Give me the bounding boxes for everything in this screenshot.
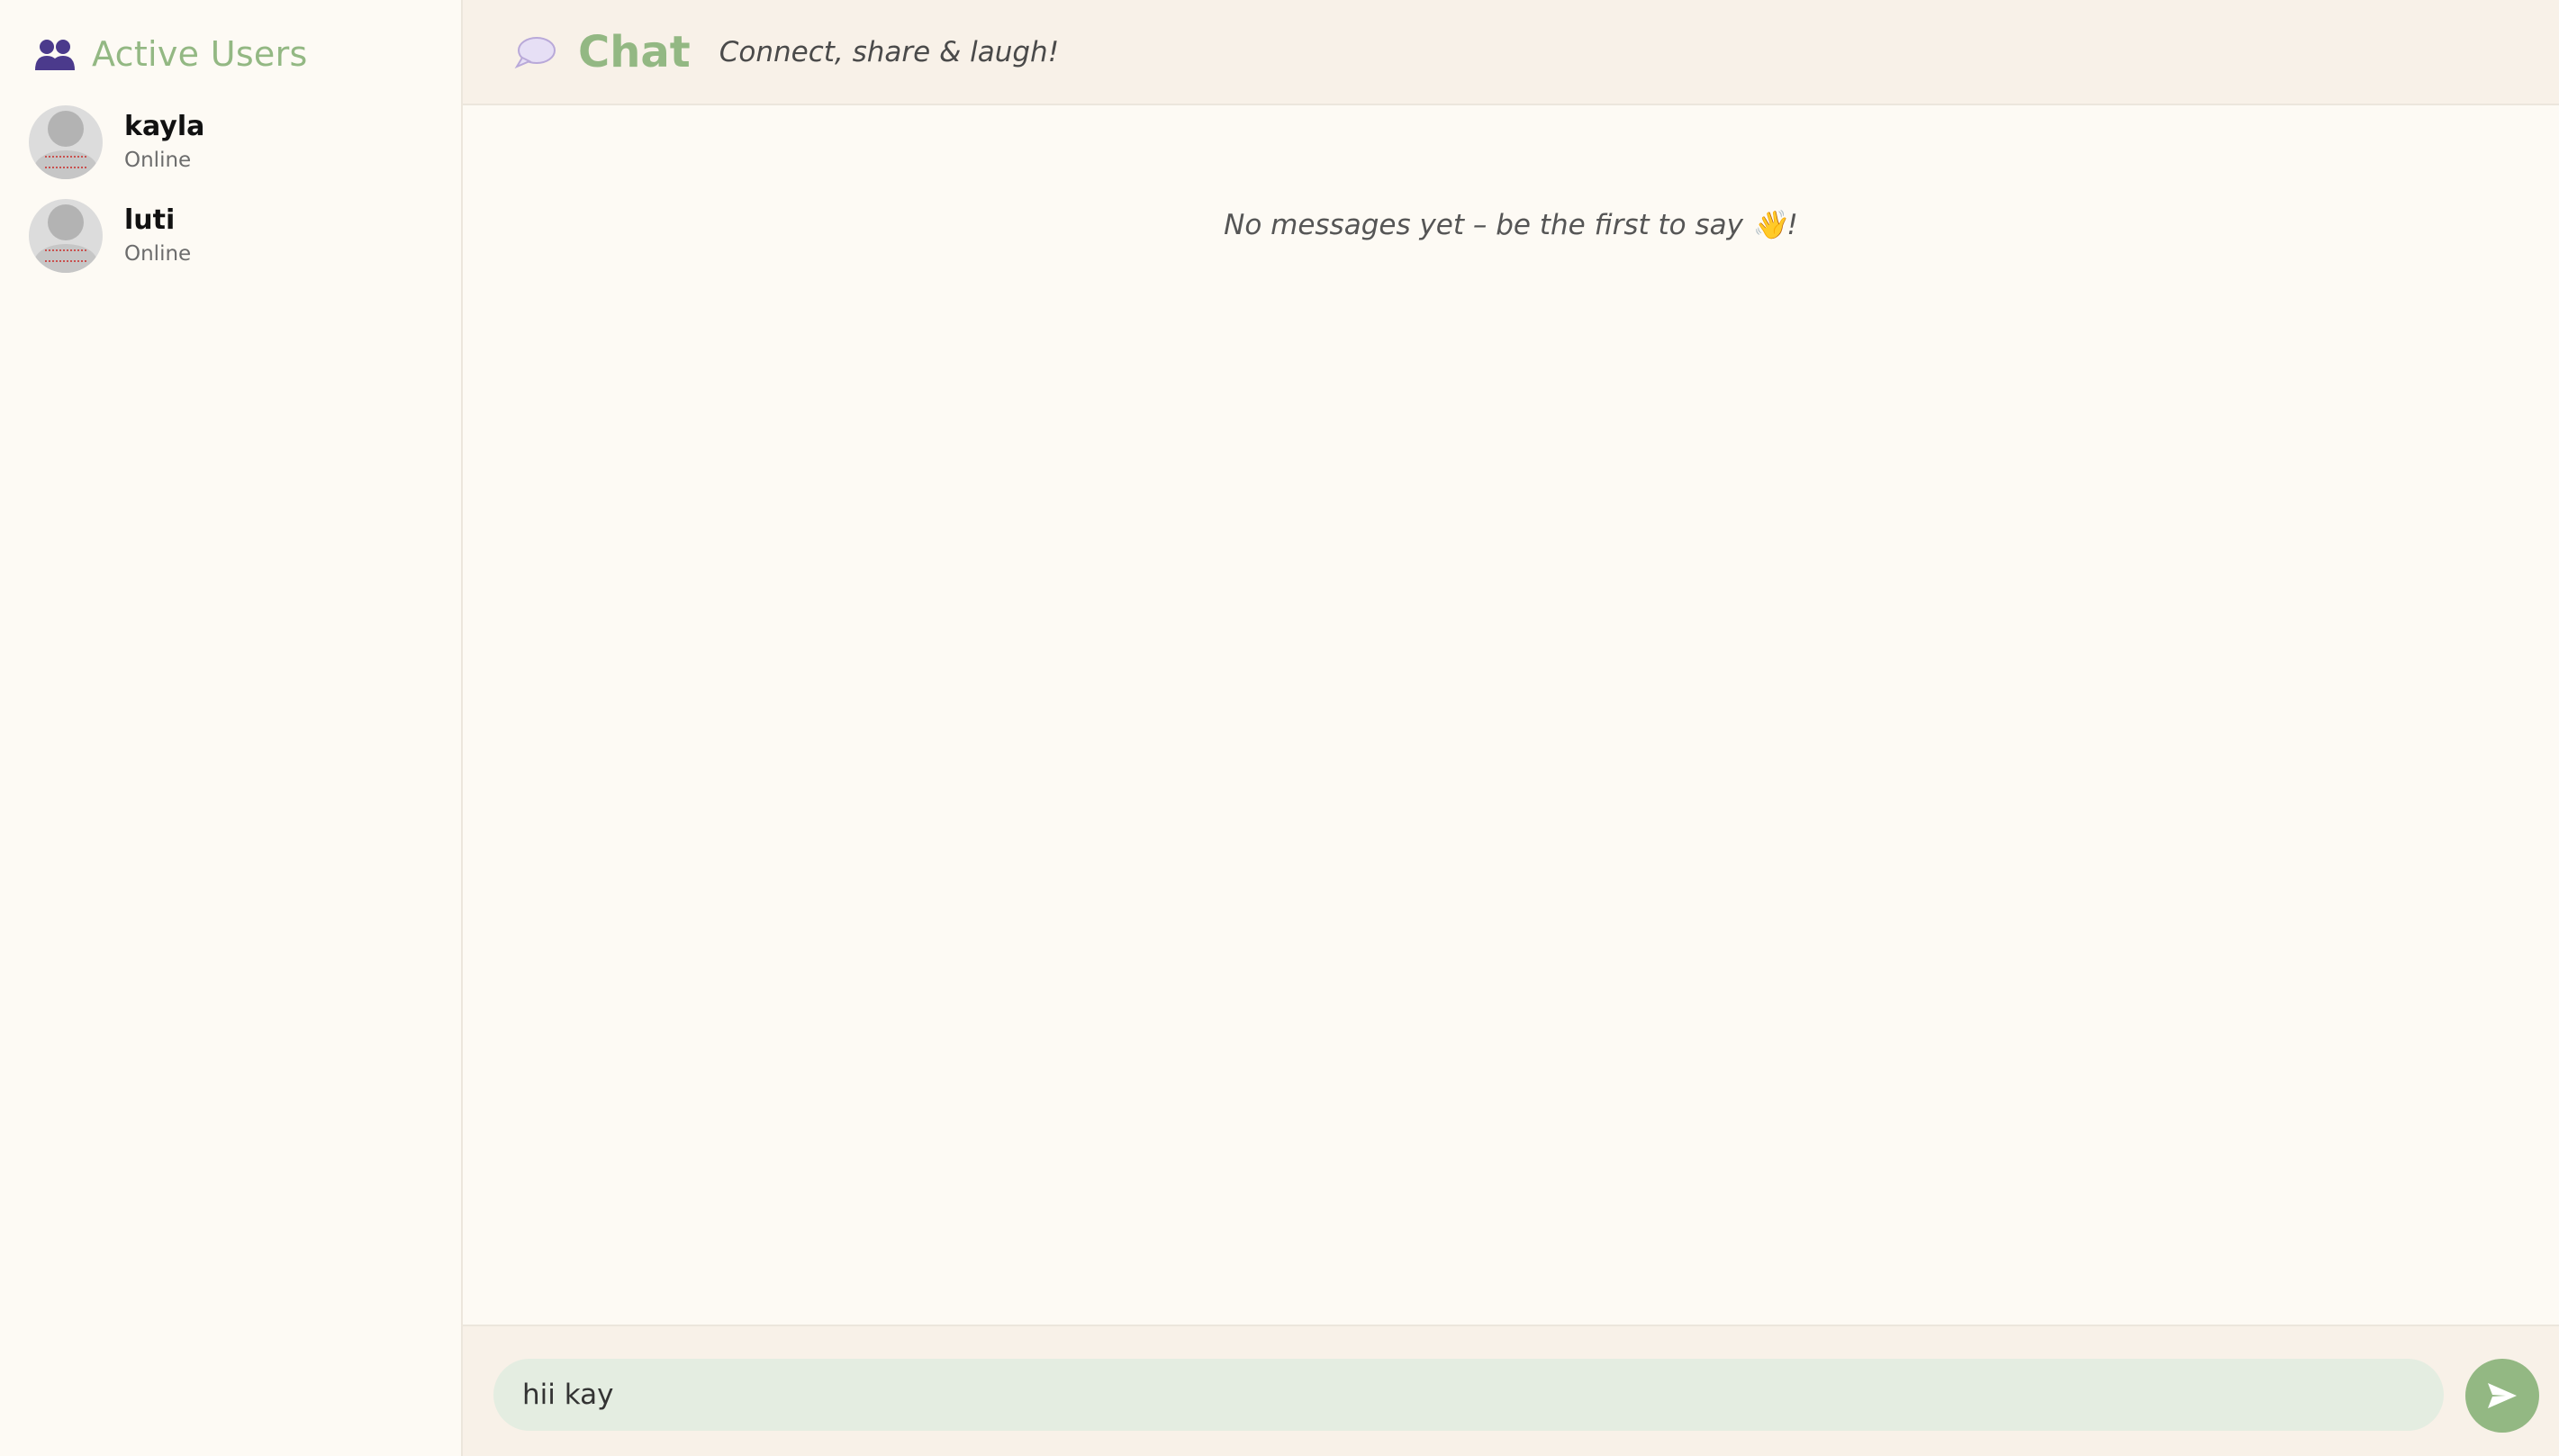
empty-state-text: No messages yet – be the first to say 👋! <box>1224 209 1798 241</box>
tagline: Connect, share & laugh! <box>719 35 1060 68</box>
send-icon <box>2488 1383 2517 1408</box>
chat-main: Chat Connect, share & laugh! No messages… <box>463 0 2559 1456</box>
sidebar: Active Users kayla Online luti Online <box>0 0 463 1456</box>
composer <box>463 1325 2559 1456</box>
user-item-luti[interactable]: luti Online <box>29 198 443 274</box>
speech-bubble-icon <box>514 36 556 68</box>
sidebar-header: Active Users <box>34 31 308 77</box>
users-icon <box>35 40 75 70</box>
chat-app: Active Users kayla Online luti Online Ch… <box>0 0 2559 1456</box>
user-status: Online <box>124 149 192 172</box>
chat-header: Chat Connect, share & laugh! <box>463 0 2559 105</box>
sidebar-title: Active Users <box>92 34 308 74</box>
user-text: kayla Online <box>124 110 204 175</box>
avatar <box>29 105 103 179</box>
message-input[interactable] <box>493 1359 2444 1431</box>
user-name: kayla <box>124 111 205 142</box>
message-list: No messages yet – be the first to say 👋! <box>463 105 2559 1325</box>
user-name: luti <box>124 204 176 236</box>
send-button[interactable] <box>2465 1359 2539 1433</box>
user-text: luti Online <box>124 203 191 268</box>
user-item-kayla[interactable]: kayla Online <box>29 104 443 180</box>
user-status: Online <box>124 242 192 266</box>
user-list: kayla Online luti Online <box>29 104 443 292</box>
page-title: Chat <box>578 26 691 77</box>
avatar <box>29 199 103 273</box>
